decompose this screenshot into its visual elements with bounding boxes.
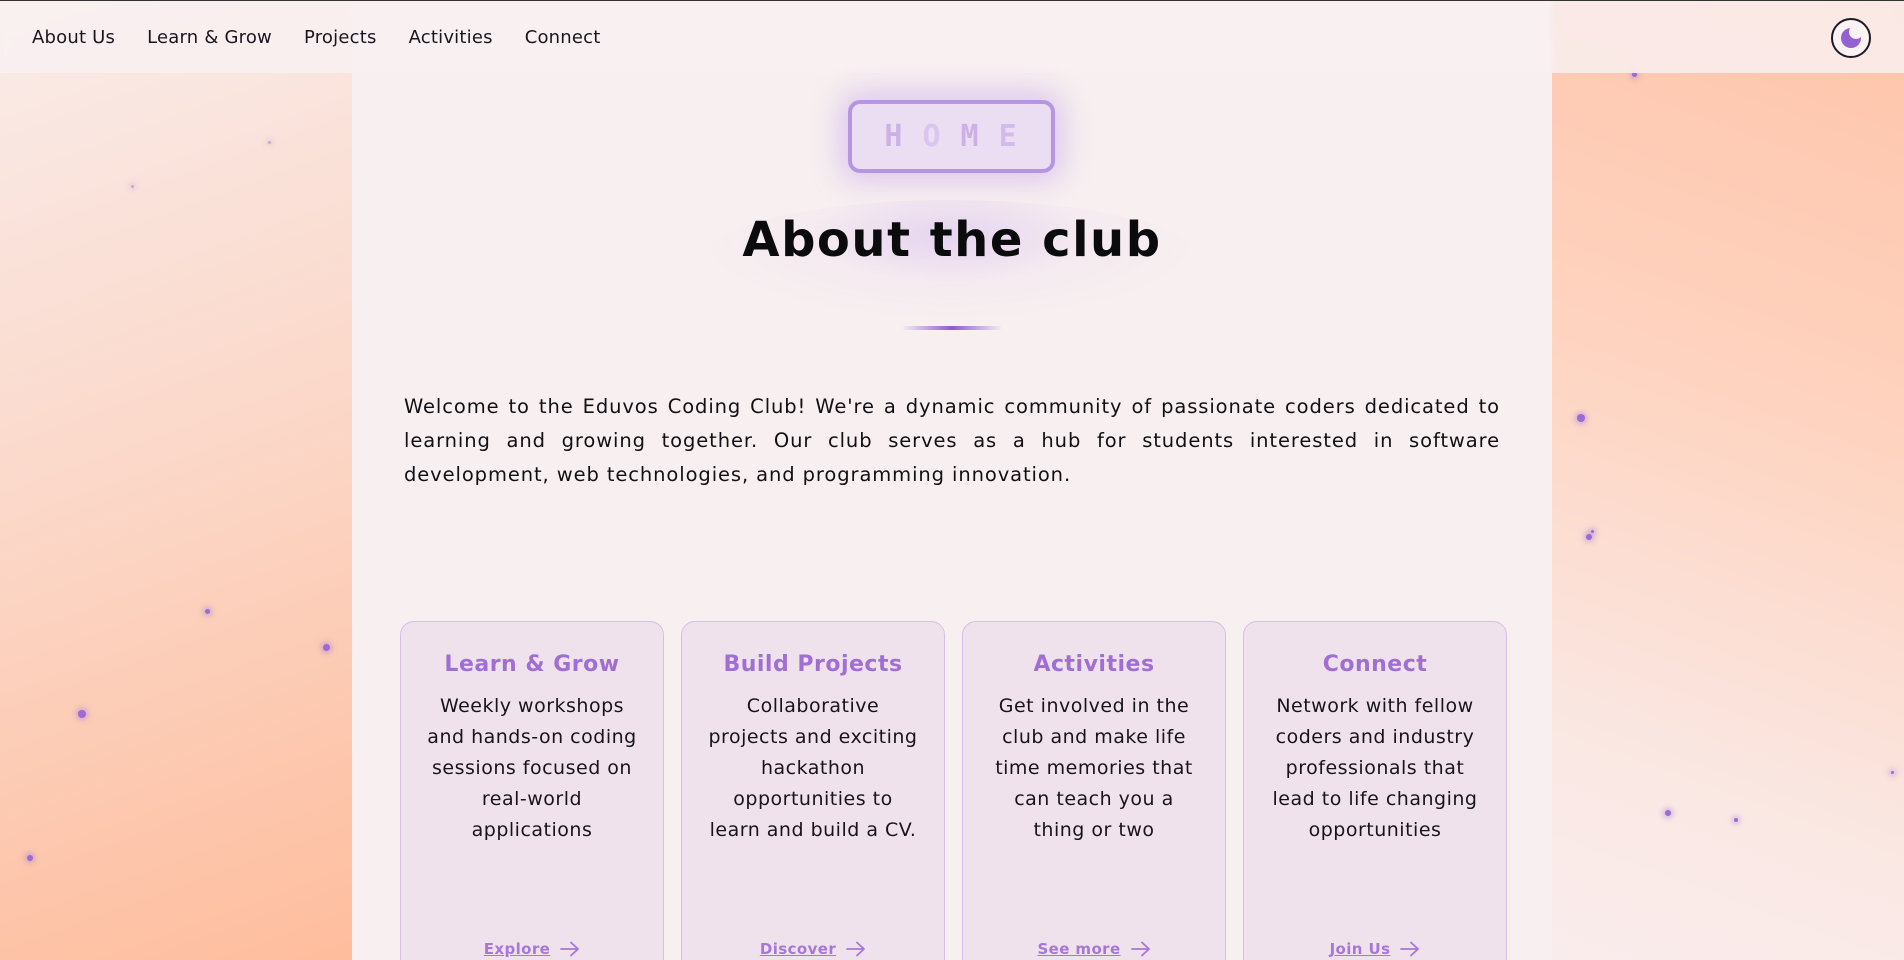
feature-card-build-projects: Build Projects Collaborative projects an… — [681, 621, 945, 960]
nav-link-activities[interactable]: Activities — [409, 27, 493, 48]
nav-link-learn-grow[interactable]: Learn & Grow — [147, 27, 272, 48]
feature-card-activities: Activities Get involved in the club and … — [962, 621, 1226, 960]
nav-link-connect[interactable]: Connect — [525, 27, 601, 48]
arrow-right-icon — [1400, 941, 1420, 957]
nav-link-projects[interactable]: Projects — [304, 27, 377, 48]
particle — [78, 710, 86, 718]
card-title: Learn & Grow — [444, 652, 620, 677]
theme-toggle-button[interactable] — [1831, 18, 1871, 58]
home-badge-letter: O — [922, 119, 943, 154]
nav-link-about-us[interactable]: About Us — [32, 27, 115, 48]
discover-link[interactable]: Discover — [682, 940, 944, 958]
arrow-right-icon — [846, 941, 866, 957]
particle — [268, 141, 271, 144]
intro-paragraph: Welcome to the Eduvos Coding Club! We're… — [404, 395, 1500, 486]
particle — [27, 855, 33, 861]
home-badge[interactable]: H O M E — [848, 100, 1055, 173]
card-description: Weekly workshops and hands-on coding ses… — [427, 695, 637, 841]
particle — [205, 609, 210, 614]
page-title: About the club — [742, 212, 1162, 268]
particle — [1734, 818, 1738, 822]
arrow-right-icon — [560, 941, 580, 957]
join-us-link[interactable]: Join Us — [1244, 940, 1506, 958]
explore-link[interactable]: Explore — [401, 940, 663, 958]
right-gradient-panel — [1552, 0, 1904, 960]
card-link-label: Join Us — [1329, 940, 1391, 958]
particle — [1891, 771, 1894, 774]
see-more-link[interactable]: See more — [963, 940, 1225, 958]
home-badge-letter: E — [998, 119, 1019, 154]
particle — [1591, 530, 1594, 533]
card-description: Network with fellow coders and industry … — [1272, 695, 1478, 841]
card-link-label: Discover — [759, 940, 837, 958]
particle — [1577, 414, 1585, 422]
title-underline — [902, 326, 1002, 330]
particle — [1665, 810, 1671, 816]
card-title: Connect — [1322, 652, 1428, 677]
card-link-label: See more — [1037, 940, 1121, 958]
home-badge-letter: H — [884, 119, 905, 154]
main-nav: About Us Learn & Grow Projects Activitie… — [32, 1, 601, 74]
moon-icon — [1841, 25, 1863, 48]
card-description: Collaborative projects and exciting hack… — [708, 695, 918, 841]
left-gradient-panel — [0, 0, 352, 960]
home-badge-letter: M — [960, 119, 981, 154]
particle — [323, 644, 330, 651]
arrow-right-icon — [1130, 941, 1151, 957]
card-title: Activities — [1033, 652, 1155, 677]
feature-cards: Learn & Grow Weekly workshops and hands-… — [400, 621, 1507, 960]
card-description: Get involved in the club and make life t… — [995, 695, 1193, 841]
card-title: Build Projects — [723, 652, 903, 677]
top-navigation-bar: About Us Learn & Grow Projects Activitie… — [0, 0, 1904, 73]
feature-card-connect: Connect Network with fellow coders and i… — [1243, 621, 1507, 960]
card-link-label: Explore — [483, 940, 551, 958]
particle — [1586, 534, 1592, 540]
feature-card-learn-grow: Learn & Grow Weekly workshops and hands-… — [400, 621, 664, 960]
particle — [131, 185, 134, 188]
